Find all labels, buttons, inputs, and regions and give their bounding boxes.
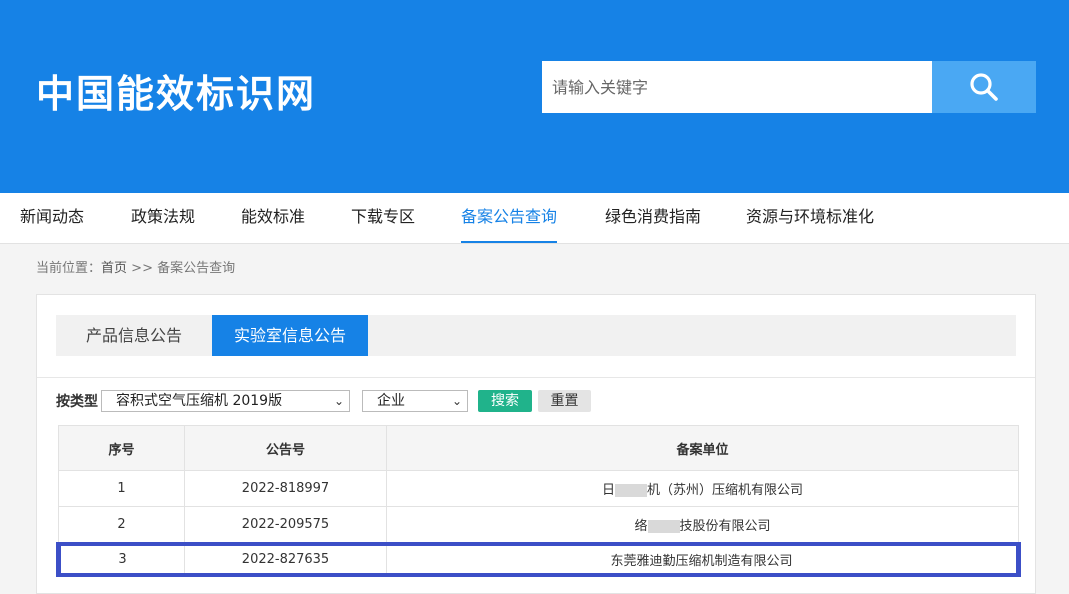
cell-code: 2022-827635 [184,542,387,577]
filter-search-button[interactable]: 搜索 [478,390,532,412]
cell-unit[interactable]: 络 技股份有限公司 [386,506,1019,545]
filter-type-label: 按类型 [56,394,98,410]
tab-bar: 产品信息公告 实验室信息公告 [56,315,1016,356]
tab-product-info[interactable]: 产品信息公告 [56,315,212,356]
kind-select-value: 企业 [377,393,405,409]
nav-item-news[interactable]: 新闻动态 [20,193,84,243]
search-icon [970,73,998,101]
table-row[interactable]: 2 2022-209575 络 技股份有限公司 [58,506,1019,545]
cell-no: 2 [58,506,185,545]
results-table: 序号 公告号 备案单位 1 2022-818997 日机（苏州）压缩机有限公司 … [56,425,1021,577]
cell-no: 3 [56,542,185,577]
col-header-no: 序号 [58,425,185,471]
chevron-down-icon: ⌄ [451,394,462,408]
cell-no: 1 [58,470,185,507]
table-row[interactable]: 1 2022-818997 日 机（苏州）压缩机有限公司 [58,470,1019,507]
search-button[interactable] [932,61,1036,113]
unit-text-start: 日 [601,483,615,498]
col-header-unit: 备案单位 [386,425,1019,471]
nav-item-downloads[interactable]: 下载专区 [351,193,415,243]
breadcrumb-home-link[interactable]: 首页 [101,261,127,276]
site-header: 中国能效标识网 [0,0,1069,193]
unit-text-end: 机（苏州）压缩机有限公司 [647,483,804,498]
chevron-down-icon: ⌄ [333,394,344,408]
redacted-block [615,484,647,497]
nav-item-standards[interactable]: 能效标准 [241,193,305,243]
breadcrumb: 当前位置：首页 >> 备案公告查询 [36,260,235,278]
col-header-code: 公告号 [184,425,387,471]
breadcrumb-separator: >> [131,261,153,276]
nav-item-green-guide[interactable]: 绿色消费指南 [605,193,701,243]
divider [37,377,1035,378]
search-input[interactable] [542,61,932,113]
nav-item-filing-query[interactable]: 备案公告查询 [461,193,558,243]
table-row-highlighted[interactable]: 3 2022-827635 东莞雅迪勤压缩机制造有限公司 [56,542,1021,577]
breadcrumb-prefix: 当前位置： [36,261,102,276]
filter-reset-button[interactable]: 重置 [538,390,591,412]
unit-text-end: 技股份有限公司 [679,519,771,534]
unit-text-start: 络 [634,519,648,534]
site-logo[interactable]: 中国能效标识网 [36,70,316,118]
nav-item-resources[interactable]: 资源与环境标准化 [746,193,874,243]
type-select[interactable]: 容积式空气压缩机 2019版 ⌄ [101,390,350,412]
cell-code: 2022-209575 [184,506,387,545]
redacted-block [647,520,680,533]
nav-item-policy[interactable]: 政策法规 [131,193,195,243]
cell-code: 2022-818997 [184,470,387,507]
tab-lab-info[interactable]: 实验室信息公告 [212,315,368,356]
type-select-value: 容积式空气压缩机 2019版 [116,393,283,409]
table-header-row: 序号 公告号 备案单位 [58,425,1019,471]
breadcrumb-current: 备案公告查询 [157,261,236,276]
kind-select[interactable]: 企业 ⌄ [362,390,468,412]
cell-unit[interactable]: 东莞雅迪勤压缩机制造有限公司 [386,542,1021,577]
cell-unit[interactable]: 日 机（苏州）压缩机有限公司 [386,470,1019,507]
main-nav: 新闻动态 政策法规 能效标准 下载专区 备案公告查询 绿色消费指南 资源与环境标… [0,193,1069,244]
